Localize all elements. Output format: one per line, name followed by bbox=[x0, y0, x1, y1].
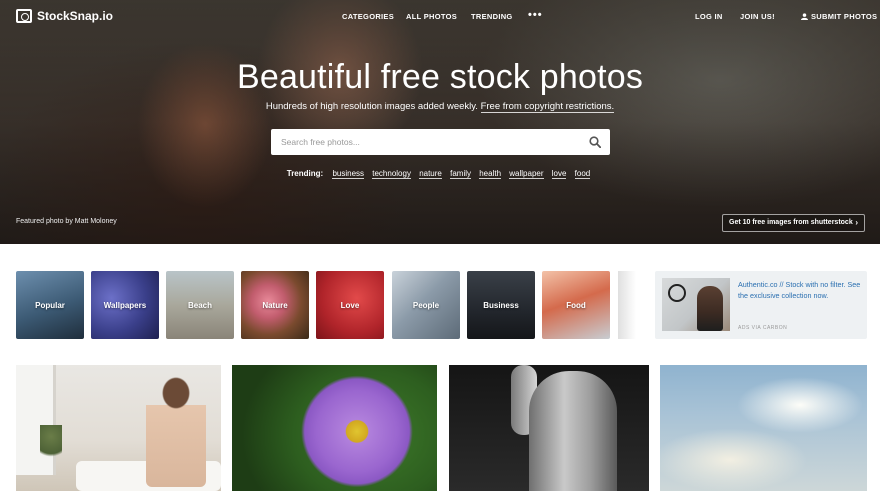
category-label: Beach bbox=[187, 300, 212, 310]
ad-person-figure bbox=[697, 286, 723, 331]
ad-via-label: ADS VIA CARBON bbox=[738, 325, 788, 331]
trending-tag[interactable]: technology bbox=[372, 169, 411, 179]
category-tile-popular[interactable]: Popular bbox=[16, 271, 84, 339]
nav-trending[interactable]: TRENDING bbox=[471, 12, 513, 21]
promo-label: Get 10 free images from shutterstock bbox=[729, 219, 853, 226]
gallery-photo[interactable] bbox=[232, 365, 437, 491]
more-menu-icon[interactable]: ••• bbox=[528, 9, 543, 21]
flower-shape bbox=[292, 369, 422, 489]
subtitle-text: Hundreds of high resolution images added… bbox=[265, 101, 478, 112]
nav-submit-photos[interactable]: SUBMIT PHOTOS bbox=[801, 12, 877, 21]
ad-text: Authentic.co // Stock with no filter. Se… bbox=[738, 280, 861, 300]
trending-tag[interactable]: nature bbox=[419, 169, 442, 179]
nav-login[interactable]: LOG IN bbox=[695, 12, 723, 21]
carbon-ad[interactable]: Authentic.co // Stock with no filter. Se… bbox=[655, 271, 867, 339]
category-scroll-fade bbox=[618, 271, 636, 339]
hero-title: Beautiful free stock photos bbox=[236, 58, 644, 96]
site-logo[interactable]: StockSnap.io bbox=[16, 9, 113, 23]
body-shape bbox=[529, 371, 617, 491]
nav-categories[interactable]: CATEGORIES bbox=[342, 12, 394, 21]
category-tile-food[interactable]: Food bbox=[542, 271, 610, 339]
trending-tag[interactable]: wallpaper bbox=[509, 169, 544, 179]
category-label: Food bbox=[566, 300, 586, 310]
category-tile-business[interactable]: Business bbox=[467, 271, 535, 339]
authentic-logo-icon bbox=[668, 284, 686, 302]
category-label: Love bbox=[340, 300, 360, 310]
trending-tag[interactable]: love bbox=[551, 169, 567, 179]
category-label: People bbox=[412, 300, 440, 310]
user-icon bbox=[801, 13, 808, 20]
category-label: Popular bbox=[35, 300, 65, 310]
brand-name: StockSnap.io bbox=[37, 9, 114, 23]
submit-label: SUBMIT PHOTOS bbox=[811, 12, 878, 21]
category-label: Wallpapers bbox=[103, 300, 147, 310]
chevron-right-icon: › bbox=[855, 218, 858, 227]
search-bar bbox=[271, 129, 610, 155]
copyright-link[interactable]: Free from copyright restrictions. bbox=[480, 101, 615, 113]
category-tile-people[interactable]: People bbox=[392, 271, 460, 339]
category-tile-nature[interactable]: Nature bbox=[241, 271, 309, 339]
nav-all-photos[interactable]: ALL PHOTOS bbox=[406, 12, 457, 21]
trending-tag[interactable]: business bbox=[332, 169, 365, 179]
trending-tags: Trending: business technology nature fam… bbox=[0, 169, 880, 179]
ad-image bbox=[662, 278, 730, 331]
hero-banner: StockSnap.io CATEGORIES ALL PHOTOS TREND… bbox=[0, 0, 880, 244]
gallery-photo[interactable] bbox=[660, 365, 867, 491]
category-tile-love[interactable]: Love bbox=[316, 271, 384, 339]
featured-credit[interactable]: Featured photo by Matt Moloney bbox=[16, 218, 117, 225]
camera-icon bbox=[16, 9, 32, 23]
trending-tag[interactable]: health bbox=[479, 169, 502, 179]
search-icon[interactable] bbox=[589, 136, 601, 148]
category-tile-beach[interactable]: Beach bbox=[166, 271, 234, 339]
person-figure bbox=[146, 377, 206, 487]
trending-tag[interactable]: food bbox=[574, 169, 591, 179]
gallery-photo[interactable] bbox=[16, 365, 221, 491]
nav-join[interactable]: JOIN US! bbox=[740, 12, 775, 21]
category-label: Nature bbox=[262, 300, 288, 310]
category-tile-wallpapers[interactable]: Wallpapers bbox=[91, 271, 159, 339]
trending-tag[interactable]: family bbox=[450, 169, 471, 179]
category-label: Business bbox=[483, 300, 519, 310]
hero-subtitle: Hundreds of high resolution images added… bbox=[0, 101, 880, 113]
search-input[interactable] bbox=[281, 129, 581, 155]
top-nav: StockSnap.io CATEGORIES ALL PHOTOS TREND… bbox=[0, 0, 880, 34]
plant-shape bbox=[40, 425, 62, 463]
shutterstock-promo-button[interactable]: Get 10 free images from shutterstock › bbox=[722, 214, 865, 232]
gallery-photo[interactable] bbox=[449, 365, 649, 491]
trending-label: Trending: bbox=[286, 169, 324, 178]
